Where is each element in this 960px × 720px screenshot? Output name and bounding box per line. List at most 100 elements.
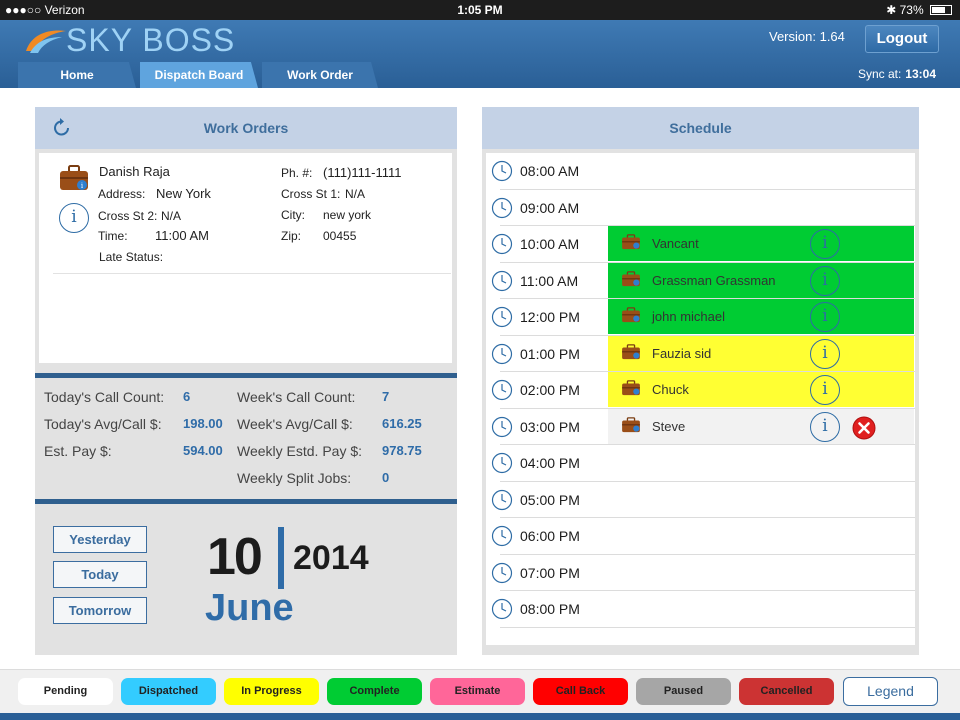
app-logo: SKY BOSS	[22, 20, 235, 60]
schedule-panel: Schedule 08:00 AM 09:00 AM 10:00 AM Vancant…	[482, 107, 919, 655]
today-button[interactable]: Today	[53, 561, 147, 588]
cross-st-1-value: N/A	[345, 187, 366, 201]
tab-work-order[interactable]: Work Order	[262, 62, 378, 88]
battery-percent: 73%	[899, 3, 924, 17]
today-avg-call-label: Today's Avg/Call $:	[44, 416, 162, 432]
clock-icon	[491, 489, 513, 511]
briefcase-icon	[620, 307, 642, 328]
schedule-slot[interactable]: 02:00 PM Chuck i	[486, 372, 915, 409]
schedule-slot[interactable]: 06:00 PM	[486, 518, 915, 555]
refresh-icon[interactable]	[51, 117, 73, 139]
appointment-block[interactable]: Grassman Grassman i	[608, 262, 914, 298]
appointment-block[interactable]: Vancant i	[608, 226, 914, 261]
today-call-count-value: 6	[183, 389, 191, 404]
appointment-name: Fauzia sid	[652, 345, 712, 361]
appointment-info-icon[interactable]: i	[810, 302, 840, 332]
clock-icon	[491, 452, 513, 474]
appointment-info-icon[interactable]: i	[810, 338, 840, 369]
week-call-count-value: 7	[382, 389, 390, 404]
yesterday-button[interactable]: Yesterday	[53, 526, 147, 553]
tomorrow-button[interactable]: Tomorrow	[53, 597, 147, 624]
legend-item-call-back: Call Back	[533, 678, 628, 705]
slot-divider	[500, 626, 915, 628]
city-label: City:	[281, 208, 305, 222]
legend-button[interactable]: Legend	[843, 677, 938, 706]
zip-value: 00455	[323, 229, 357, 243]
address-value: New York	[156, 186, 211, 201]
schedule-list[interactable]: 08:00 AM 09:00 AM 10:00 AM Vancant i 11:00 AM…	[486, 153, 915, 645]
slot-time: 06:00 PM	[520, 528, 580, 544]
app-header: SKY BOSS Version: 1.64 Logout Home Dispa…	[0, 20, 960, 88]
schedule-slot[interactable]: 12:00 PM john michael i	[486, 299, 915, 336]
slot-time: 08:00 PM	[520, 601, 580, 617]
clock-icon	[491, 343, 513, 365]
schedule-slot[interactable]: 01:00 PM Fauzia sid i	[486, 335, 915, 372]
schedule-slot[interactable]: 09:00 AM	[486, 190, 915, 226]
week-call-count-label: Week's Call Count:	[237, 389, 356, 405]
schedule-slot[interactable]: 03:00 PM Steve i	[486, 408, 915, 445]
schedule-slot[interactable]: 11:00 AM Grassman Grassman i	[486, 262, 915, 299]
schedule-slot[interactable]: 08:00 PM	[486, 591, 915, 628]
schedule-slot[interactable]: 05:00 PM	[486, 482, 915, 518]
today-avg-call-value: 198.00	[183, 416, 223, 431]
clock-icon	[491, 416, 513, 438]
appointment-block[interactable]: john michael i	[608, 299, 914, 334]
appointment-info-icon[interactable]: i	[810, 375, 840, 405]
version-label: Version: 1.64	[769, 29, 845, 44]
week-avg-call-value: 616.25	[382, 416, 422, 431]
sync-time: 13:04	[905, 67, 936, 81]
status-bar: ●●●○○ Verizon 1:05 PM ✱ 73%	[0, 0, 960, 20]
schedule-slot[interactable]: 08:00 AM	[486, 153, 915, 190]
weekly-split-value: 0	[382, 470, 390, 485]
slot-time: 11:00 AM	[520, 272, 579, 289]
bottom-accent-bar	[0, 713, 960, 720]
clock-icon	[491, 160, 513, 182]
slot-time: 04:00 PM	[520, 455, 580, 471]
sync-status: Sync at: 13:04	[858, 67, 936, 81]
appointment-info-icon[interactable]: i	[810, 411, 840, 442]
schedule-slot[interactable]: 04:00 PM	[486, 445, 915, 482]
tab-home[interactable]: Home	[18, 62, 136, 88]
cancel-appointment-icon[interactable]	[852, 416, 876, 440]
app-name: SKY BOSS	[66, 21, 236, 58]
clock-icon	[491, 306, 513, 328]
slot-time: 07:00 PM	[520, 564, 580, 581]
clock-icon	[491, 233, 513, 255]
clock-time: 1:05 PM	[457, 3, 503, 17]
appointment-name: john michael	[652, 309, 725, 324]
sync-label: Sync at:	[857, 67, 902, 81]
legend-item-paused: Paused	[636, 678, 731, 705]
schedule-slot[interactable]: 10:00 AM Vancant i	[486, 226, 915, 263]
work-order-info-icon[interactable]: i	[59, 203, 89, 233]
slot-time: 05:00 PM	[520, 491, 580, 508]
briefcase-icon: i	[60, 165, 88, 190]
slot-time: 01:00 PM	[520, 345, 580, 362]
zip-label: Zip:	[281, 229, 302, 243]
legend-item-estimate: Estimate	[430, 678, 525, 705]
appointment-block[interactable]: Steve i	[608, 408, 914, 444]
appointment-info-icon[interactable]: i	[810, 229, 840, 259]
appointment-name: Steve	[652, 418, 686, 434]
card-divider	[53, 273, 451, 274]
briefcase-icon	[620, 234, 642, 255]
cross-st-2-label: Cross St 2:	[98, 209, 158, 223]
weekly-pay-label: Weekly Estd. Pay $:	[237, 443, 363, 459]
work-orders-header: Work Orders	[35, 107, 457, 149]
logout-button[interactable]: Logout	[865, 25, 939, 53]
phone-label: Ph. #:	[281, 166, 313, 180]
schedule-slot[interactable]: 07:00 PM	[486, 555, 915, 591]
date-year: 2014	[293, 539, 369, 577]
appointment-name: Chuck	[652, 382, 689, 397]
cross-st-2-value: N/A	[161, 209, 182, 223]
appointment-block[interactable]: Chuck i	[608, 372, 914, 407]
clock-icon	[491, 270, 513, 292]
legend-item-in-progress: In Progress	[224, 678, 319, 705]
briefcase-icon	[620, 416, 642, 438]
work-order-card[interactable]: i i Danish Raja Address: New York Cross …	[39, 153, 452, 363]
tab-dispatch-board[interactable]: Dispatch Board	[140, 62, 258, 88]
customer-name: Danish Raja	[99, 164, 170, 179]
slot-time: 02:00 PM	[520, 382, 580, 398]
appointment-info-icon[interactable]: i	[810, 265, 840, 296]
bluetooth-icon: ✱	[886, 3, 897, 17]
appointment-block[interactable]: Fauzia sid i	[608, 335, 914, 371]
